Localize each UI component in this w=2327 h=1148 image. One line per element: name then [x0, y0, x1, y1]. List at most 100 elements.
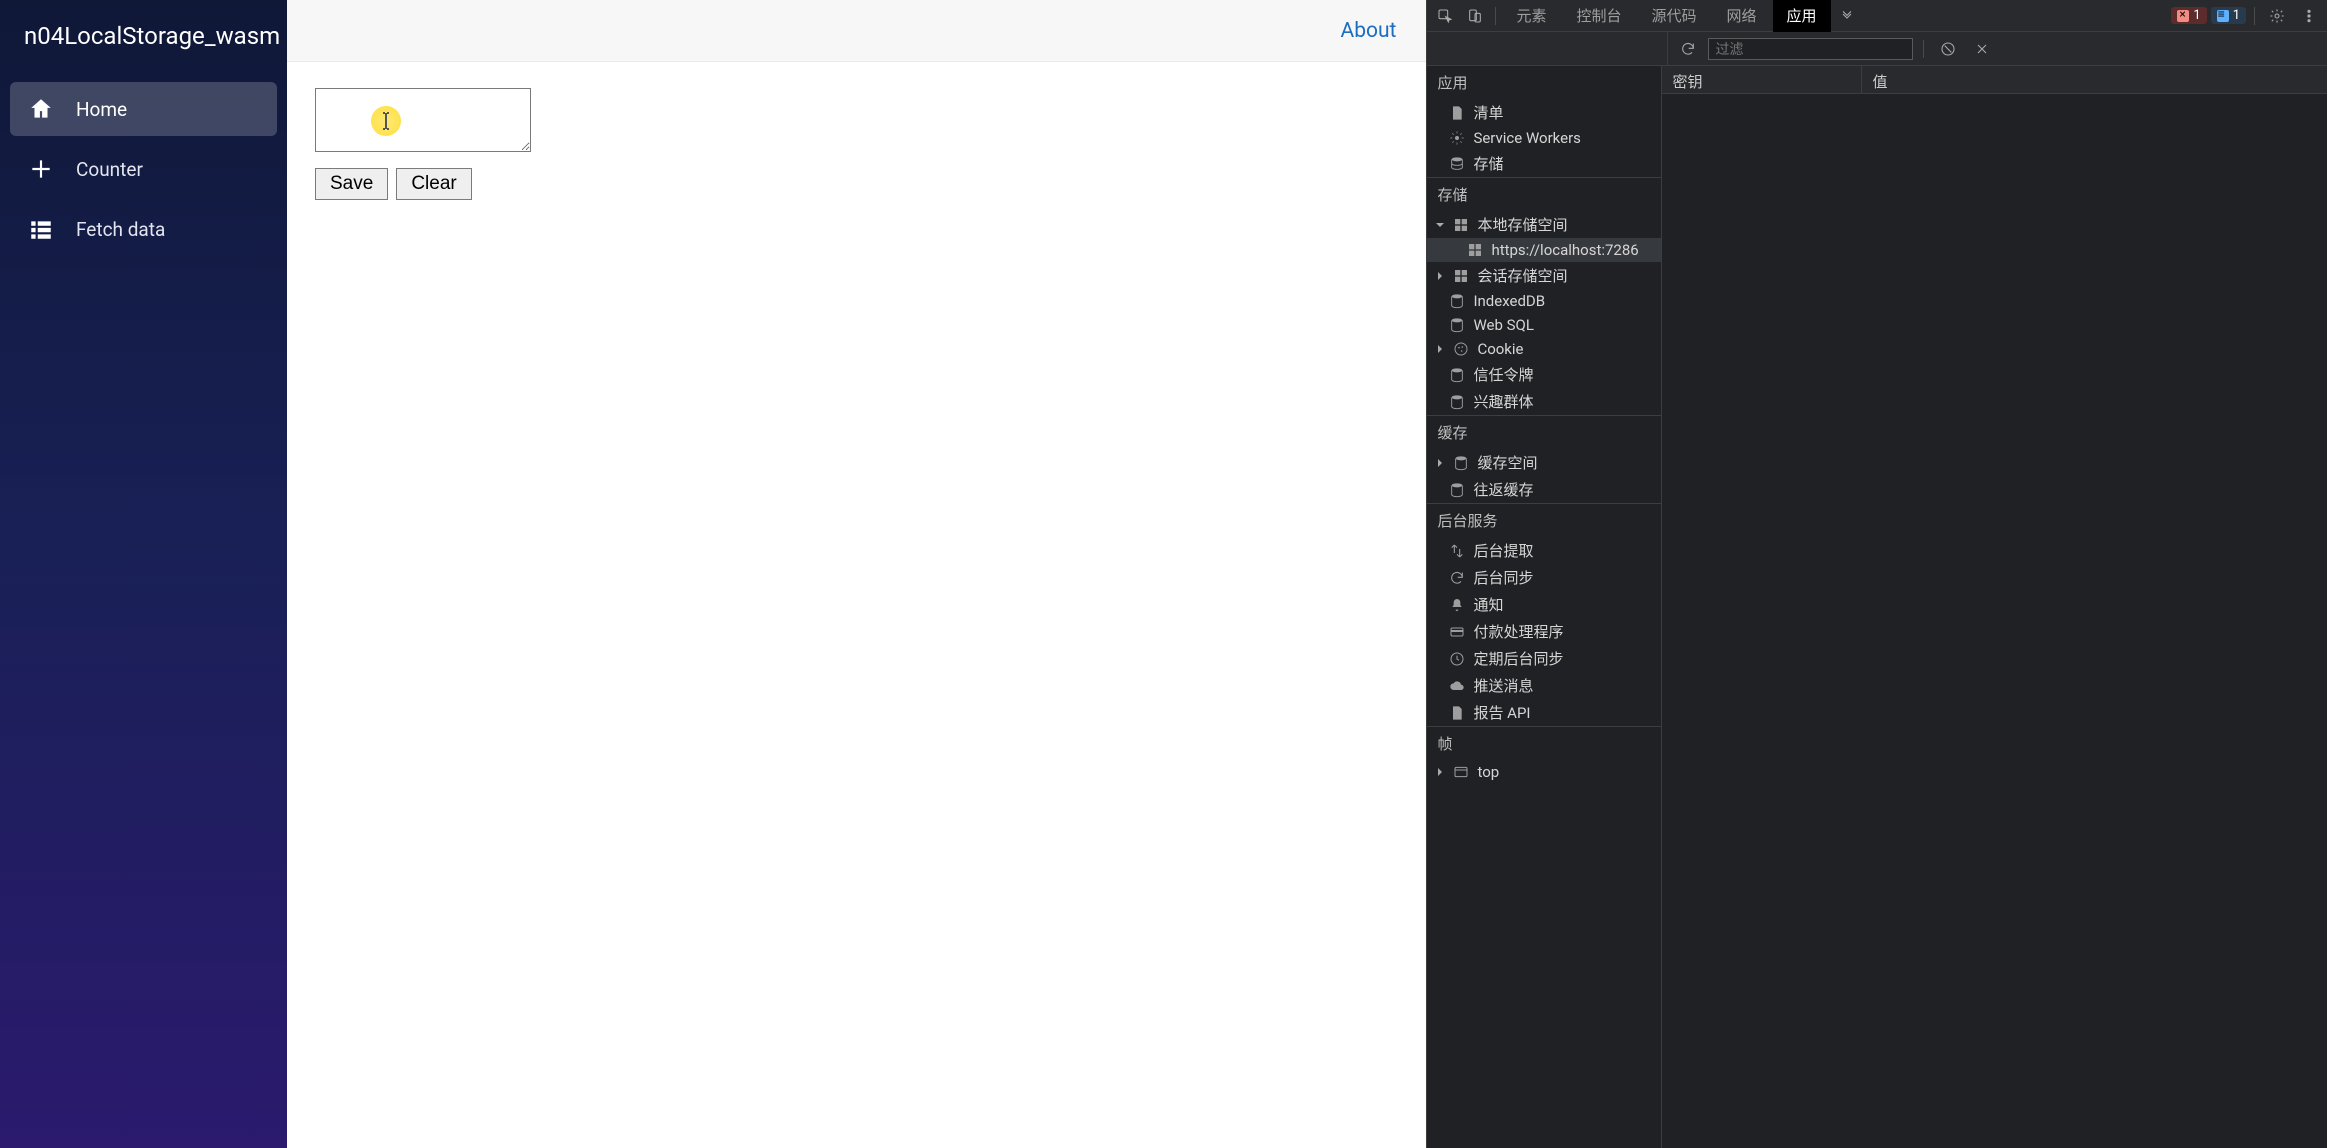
- tree-section-frame: 帧: [1427, 726, 1661, 760]
- tree-bf-cache[interactable]: 往返缓存: [1427, 476, 1661, 503]
- info-count: 1: [2233, 8, 2240, 23]
- document-icon: [1449, 705, 1465, 721]
- home-icon: [28, 96, 54, 122]
- chevron-right-icon: [1435, 344, 1445, 354]
- database-icon: [1449, 156, 1465, 172]
- column-key[interactable]: 密钥: [1662, 66, 1862, 93]
- devtools-panel: 元素 控制台 源代码 网络 应用 1 1: [1426, 0, 2327, 1148]
- application-tree: 应用 清单 Service Workers 存储 存储 本地存储空间: [1427, 66, 1662, 1148]
- tree-trust-tokens[interactable]: 信任令牌: [1427, 361, 1661, 388]
- nav-item-label: Counter: [76, 158, 143, 181]
- save-button[interactable]: Save: [315, 168, 388, 200]
- database-icon: [1449, 293, 1465, 309]
- tree-label: Service Workers: [1473, 129, 1580, 147]
- sync-icon: [1449, 570, 1465, 586]
- tree-reporting-api[interactable]: 报告 API: [1427, 699, 1661, 726]
- cookie-icon: [1453, 341, 1469, 357]
- database-icon: [1449, 482, 1465, 498]
- tree-local-storage[interactable]: 本地存储空间: [1427, 211, 1661, 238]
- tree-bg-sync[interactable]: 后台同步: [1427, 564, 1661, 591]
- tree-local-storage-origin[interactable]: https://localhost:7286: [1427, 238, 1661, 262]
- filter-input[interactable]: [1708, 38, 1913, 60]
- plus-icon: [28, 156, 54, 182]
- separator: [1923, 40, 1924, 58]
- nav-item-label: Fetch data: [76, 218, 165, 241]
- kebab-menu-icon[interactable]: [2295, 2, 2323, 30]
- tree-service-workers[interactable]: Service Workers: [1427, 126, 1661, 150]
- chevron-right-icon: [1435, 458, 1445, 468]
- tree-bg-fetch[interactable]: 后台提取: [1427, 537, 1661, 564]
- database-icon: [1453, 455, 1469, 471]
- nav-item-label: Home: [76, 98, 127, 121]
- tree-label: 报告 API: [1473, 702, 1530, 723]
- grid-icon: [1467, 242, 1483, 258]
- storage-textarea[interactable]: [315, 88, 531, 152]
- list-icon: [28, 216, 54, 242]
- chevron-down-icon: [1435, 220, 1445, 230]
- tree-label: IndexedDB: [1473, 292, 1545, 310]
- tree-label: 推送消息: [1473, 675, 1533, 696]
- tree-label: Web SQL: [1473, 316, 1533, 334]
- info-badge[interactable]: 1: [2211, 7, 2246, 24]
- tree-notifications[interactable]: 通知: [1427, 591, 1661, 618]
- tree-cache-storage[interactable]: 缓存空间: [1427, 449, 1661, 476]
- tree-indexeddb[interactable]: IndexedDB: [1427, 289, 1661, 313]
- chevron-right-icon: [1435, 271, 1445, 281]
- tree-label: 存储: [1473, 153, 1503, 174]
- tab-sources[interactable]: 源代码: [1637, 0, 1710, 32]
- window-icon: [1453, 764, 1469, 780]
- nav-item-fetchdata[interactable]: Fetch data: [10, 202, 277, 256]
- tree-label: Cookie: [1477, 340, 1523, 358]
- tab-network[interactable]: 网络: [1712, 0, 1770, 32]
- tree-interest-groups[interactable]: 兴趣群体: [1427, 388, 1661, 415]
- card-icon: [1449, 624, 1465, 640]
- brand-title: n04LocalStorage_wasm: [0, 0, 287, 72]
- error-badge[interactable]: 1: [2171, 7, 2206, 24]
- cloud-icon: [1449, 678, 1465, 694]
- devtools-filterbar: [1427, 32, 2327, 66]
- delete-icon[interactable]: [1968, 35, 1996, 63]
- tree-frame-top[interactable]: top: [1427, 760, 1661, 784]
- nav-item-home[interactable]: Home: [10, 82, 277, 136]
- tree-push-messaging[interactable]: 推送消息: [1427, 672, 1661, 699]
- device-toggle-icon[interactable]: [1461, 2, 1489, 30]
- clear-all-icon[interactable]: [1934, 35, 1962, 63]
- refresh-icon[interactable]: [1674, 35, 1702, 63]
- tree-cookies[interactable]: Cookie: [1427, 337, 1661, 361]
- tree-storage-overview[interactable]: 存储: [1427, 150, 1661, 177]
- database-icon: [1449, 317, 1465, 333]
- nav-item-counter[interactable]: Counter: [10, 142, 277, 196]
- tree-label: https://localhost:7286: [1491, 241, 1638, 259]
- sidebar: n04LocalStorage_wasm Home Counter Fetch …: [0, 0, 287, 1148]
- tree-websql[interactable]: Web SQL: [1427, 313, 1661, 337]
- tree-section-application: 应用: [1427, 66, 1661, 99]
- grid-icon: [1453, 217, 1469, 233]
- clear-button[interactable]: Clear: [396, 168, 471, 200]
- inspect-element-icon[interactable]: [1431, 2, 1459, 30]
- tab-application[interactable]: 应用: [1773, 0, 1831, 32]
- about-link[interactable]: About: [1341, 19, 1397, 43]
- tab-console[interactable]: 控制台: [1562, 0, 1635, 32]
- column-value[interactable]: 值: [1862, 66, 2327, 93]
- error-count: 1: [2193, 8, 2200, 23]
- tree-periodic-bg-sync[interactable]: 定期后台同步: [1427, 645, 1661, 672]
- tree-section-cache: 缓存: [1427, 415, 1661, 449]
- devtools-tabs: 元素 控制台 源代码 网络 应用 1 1: [1427, 0, 2327, 32]
- separator: [1495, 7, 1496, 25]
- bell-icon: [1449, 597, 1465, 613]
- more-tabs-icon[interactable]: [1833, 2, 1861, 30]
- tree-session-storage[interactable]: 会话存储空间: [1427, 262, 1661, 289]
- document-icon: [1449, 105, 1465, 121]
- page-content: Save Clear: [287, 62, 1426, 226]
- tree-label: 定期后台同步: [1473, 648, 1563, 669]
- nav-menu: Home Counter Fetch data: [0, 72, 287, 272]
- tree-manifest[interactable]: 清单: [1427, 99, 1661, 126]
- tree-label: 后台提取: [1473, 540, 1533, 561]
- tree-label: 后台同步: [1473, 567, 1533, 588]
- tree-payment-handler[interactable]: 付款处理程序: [1427, 618, 1661, 645]
- tree-label: 通知: [1473, 594, 1503, 615]
- table-body-empty: [1662, 94, 2327, 1148]
- tab-elements[interactable]: 元素: [1502, 0, 1560, 32]
- table-header: 密钥 值: [1662, 66, 2327, 94]
- settings-icon[interactable]: [2263, 2, 2291, 30]
